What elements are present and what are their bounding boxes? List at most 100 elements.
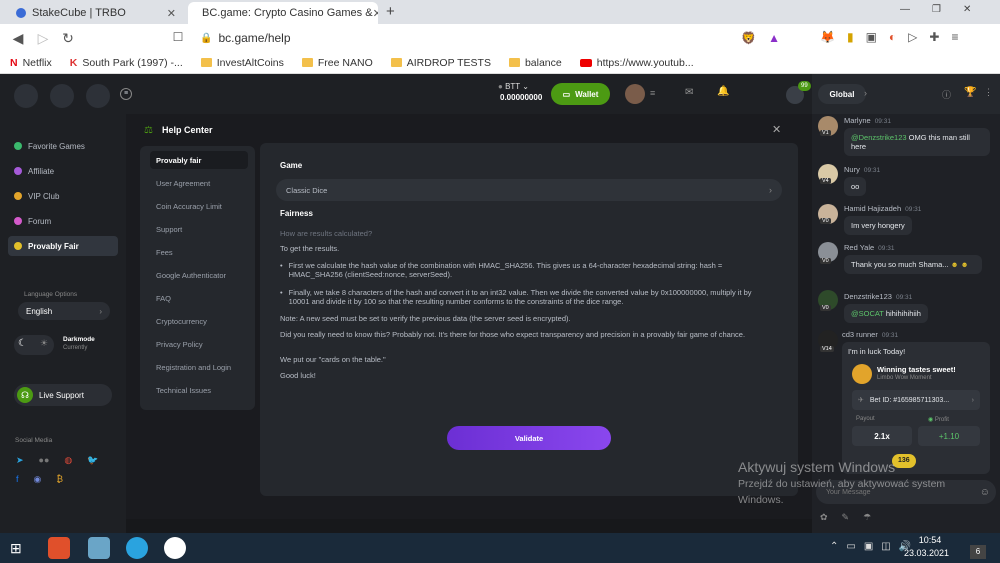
bookmark-icon[interactable]: ☐ xyxy=(170,30,186,44)
msg-text: Thank you so much Shama... xyxy=(851,260,949,269)
coins-icon[interactable] xyxy=(86,84,110,108)
reload-icon[interactable]: ↻ xyxy=(60,30,76,47)
balance-value: 0.00000000 xyxy=(500,93,543,102)
menu-item-registration[interactable]: Registration and Login xyxy=(150,358,248,376)
sidebar-item-provably-fair[interactable]: Provably Fair xyxy=(8,236,118,256)
facebook-icon[interactable]: f xyxy=(16,474,19,485)
game-logo-icon[interactable] xyxy=(14,84,38,108)
user-menu-icon[interactable]: ≡ xyxy=(650,88,655,98)
menu-item-provably-fair[interactable]: Provably fair xyxy=(150,151,248,169)
sidebar-item-vip-club[interactable]: VIP Club xyxy=(8,186,118,206)
extension-icon[interactable]: ▮ xyxy=(847,30,854,44)
menu-item-coin-accuracy[interactable]: Coin Accuracy Limit xyxy=(150,197,248,215)
extension-icon[interactable]: ◐ xyxy=(889,30,896,44)
msg-time: 09:31 xyxy=(863,167,881,174)
bookmark-folder[interactable]: AIRDROP TESTS xyxy=(390,57,491,69)
gift-icon[interactable]: ✿ xyxy=(820,512,828,523)
menu-item-user-agreement[interactable]: User Agreement xyxy=(150,174,248,192)
unread-badge[interactable]: 136 xyxy=(892,454,916,468)
window-controls[interactable]: —❐✕ xyxy=(900,4,993,15)
edit-icon[interactable]: ✎ xyxy=(842,512,850,523)
mail-icon[interactable]: ✉ xyxy=(685,87,693,98)
menu-item-support[interactable]: Support xyxy=(150,220,248,238)
brave-taskbar-icon[interactable] xyxy=(48,537,70,559)
sidebar-item-forum[interactable]: Forum xyxy=(8,211,118,231)
bookmark-youtube[interactable]: https://www.youtub... xyxy=(579,57,694,69)
bitcointalk-icon[interactable]: ₿ xyxy=(56,474,63,485)
sidebar-item-affiliate[interactable]: Affiliate xyxy=(8,161,118,181)
user-avatar[interactable] xyxy=(625,84,645,104)
extension-icon[interactable]: ▣ xyxy=(866,30,877,44)
rain-icon[interactable]: ☂ xyxy=(863,512,871,523)
twitter-icon[interactable]: 🐦 xyxy=(87,455,98,466)
msg-bubble: @Denzstrike123 OMG this man still here xyxy=(844,128,990,156)
bell-icon[interactable]: 🔔 xyxy=(717,86,729,97)
bookmark-folder[interactable]: balance xyxy=(508,57,562,69)
bookmark-netflix[interactable]: N Netflix xyxy=(10,57,52,69)
github-icon[interactable]: ◍ xyxy=(64,455,72,466)
clock-date[interactable]: 23.03.2021 xyxy=(904,548,949,558)
clock-time[interactable]: 10:54 xyxy=(908,535,952,545)
chat-tab-global[interactable]: Global xyxy=(818,84,866,104)
win-title: Winning tastes sweet! xyxy=(877,365,956,374)
mention[interactable]: @SOCAT xyxy=(851,309,884,318)
menu-item-technical[interactable]: Technical Issues xyxy=(150,381,248,399)
darkmode-toggle[interactable]: ☾ ☀ xyxy=(14,335,54,355)
notification-center[interactable]: 6 xyxy=(970,545,986,559)
telegram-taskbar-icon[interactable] xyxy=(126,537,148,559)
msg-time: 09:31 xyxy=(878,245,895,252)
close-tab-icon[interactable]: ✕ xyxy=(373,7,378,20)
hamburger-icon[interactable]: ≡ xyxy=(120,88,132,100)
extension-icon[interactable]: ▷ xyxy=(908,30,917,44)
tag-icon[interactable] xyxy=(50,84,74,108)
close-tab-icon[interactable]: ✕ xyxy=(167,7,176,20)
bullet-1: • First we calculate the hash value of th… xyxy=(280,261,770,279)
bet-id-row[interactable]: ✈ Bet ID: #165985711303... › xyxy=(852,390,980,410)
game-select[interactable]: Classic Dice › xyxy=(276,179,782,201)
discord-icon[interactable]: ◉ xyxy=(34,474,42,485)
folder-icon xyxy=(200,58,212,67)
forward-icon[interactable]: ▷ xyxy=(35,30,51,47)
tab-stakecube[interactable]: StakeCube | TRBO ✕ xyxy=(8,2,184,24)
tab-bcgame[interactable]: BC.game: Crypto Casino Games & ✕ xyxy=(188,2,378,24)
close-icon[interactable]: ✕ xyxy=(772,123,781,136)
new-tab-button[interactable]: + xyxy=(386,3,395,20)
mention[interactable]: @Denzstrike123 xyxy=(851,133,907,142)
extensions-puzzle-icon[interactable]: ✚ xyxy=(929,30,939,44)
validate-button[interactable]: Validate xyxy=(447,426,611,450)
menu-item-fees[interactable]: Fees xyxy=(150,243,248,261)
menu-item-google-auth[interactable]: Google Authenticator xyxy=(150,266,248,284)
metamask-icon[interactable]: 🦊 xyxy=(820,30,835,44)
telegram-icon[interactable]: ➤ xyxy=(16,455,24,466)
menu-dots-icon[interactable]: ⋮ xyxy=(984,87,993,98)
windows-start-icon[interactable]: ⊞ xyxy=(10,540,22,557)
bookmark-folder[interactable]: Free NANO xyxy=(301,57,373,69)
medal-icon xyxy=(852,364,872,384)
wallet-button[interactable]: ▭ Wallet xyxy=(551,83,610,105)
darkmode-label: Darkmode xyxy=(63,336,95,343)
trophy-icon[interactable]: 🏆 xyxy=(964,87,976,98)
sidebar-item-favorite-games[interactable]: Favorite Games xyxy=(8,136,118,156)
brave-shield-icon[interactable]: 🦁 xyxy=(741,31,756,45)
bittorrent-taskbar-icon[interactable] xyxy=(164,537,186,559)
bookmark-southpark[interactable]: K South Park (1997) -... xyxy=(70,57,183,69)
omnibox[interactable]: 🔒 bc.game/help 🦁 ▲ xyxy=(190,28,790,48)
emoji-icon[interactable]: ☺ xyxy=(980,487,990,498)
tab-label: BC.game: Crypto Casino Games & xyxy=(202,7,373,19)
info-icon[interactable]: ⓘ xyxy=(942,88,951,101)
chevron-right-icon[interactable]: › xyxy=(864,88,867,98)
back-icon[interactable]: ◀ xyxy=(10,30,26,47)
fairness-intro: To get the results. xyxy=(280,244,340,253)
medium-icon[interactable]: ●● xyxy=(39,455,50,466)
menu-icon[interactable]: ≡ xyxy=(951,30,958,44)
menu-item-cryptocurrency[interactable]: Cryptocurrency xyxy=(150,312,248,330)
menu-item-faq[interactable]: FAQ xyxy=(150,289,248,307)
paragraph-1: Did you really need to know this? Probab… xyxy=(280,330,746,339)
bookmark-folder[interactable]: InvestAltCoins xyxy=(200,57,284,69)
menu-item-privacy[interactable]: Privacy Policy xyxy=(150,335,248,353)
live-support-button[interactable]: ☊ Live Support xyxy=(14,384,112,406)
currency-select[interactable]: ● BTT ⌄ xyxy=(498,82,529,91)
app-taskbar-icon[interactable] xyxy=(88,537,110,559)
brave-rewards-icon[interactable]: ▲ xyxy=(768,31,780,45)
language-select[interactable]: English › xyxy=(18,302,110,320)
